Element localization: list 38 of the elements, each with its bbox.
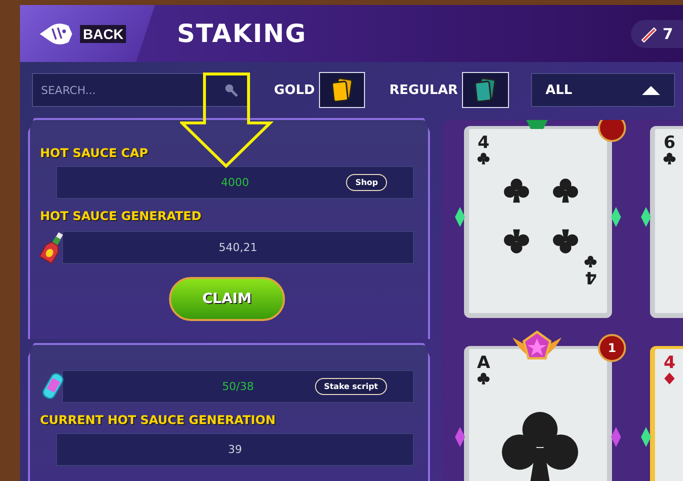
stake-script-button[interactable]: Stake script: [314, 378, 387, 394]
caret-icon: [642, 86, 660, 94]
category-dropdown[interactable]: ALL: [530, 73, 675, 107]
shop-button[interactable]: Shop: [346, 174, 387, 191]
field-label: HOT SAUCE CAP: [40, 146, 149, 160]
filter-label: GOLD: [274, 82, 315, 98]
generation-value: 39: [228, 443, 242, 456]
generated-value: 540,21: [218, 240, 258, 254]
filter-label: REGULAR: [389, 82, 458, 98]
playing-card[interactable]: 4 4: [464, 126, 612, 318]
search-field[interactable]: SEARCH...: [32, 73, 248, 107]
playing-card[interactable]: 6: [650, 126, 683, 318]
field-label: HOT SAUCE GENERATED: [40, 209, 202, 223]
script-value: 50/38: [222, 380, 254, 392]
search-icon: [224, 83, 238, 97]
club-icon: [584, 255, 597, 268]
card-rank: 4: [478, 135, 490, 152]
cap-value: 4000: [221, 176, 249, 189]
card-rank: A: [477, 355, 490, 372]
currency-amount: 7: [662, 24, 673, 42]
playing-card[interactable]: 4: [650, 346, 683, 481]
page-title: STAKING: [177, 19, 308, 48]
card-rank: 4: [584, 268, 596, 285]
count-badge: 1: [598, 334, 626, 362]
club-icon: [503, 177, 530, 204]
club-icon: [503, 228, 530, 255]
card-rank: 6: [664, 135, 676, 152]
club-icon: [552, 177, 579, 204]
card-rank: 4: [664, 355, 676, 372]
club-icon: [552, 228, 579, 255]
back-button[interactable]: BACK: [20, 5, 155, 62]
club-icon: [477, 152, 490, 165]
club-icon: [663, 152, 676, 165]
club-icon: [477, 372, 490, 385]
card-filter-toggle[interactable]: [318, 72, 366, 108]
card-filter-toggle[interactable]: [462, 72, 509, 108]
diamond-icon: [663, 372, 676, 385]
field-label: CURRENT HOT SAUCE GENERATION: [40, 413, 277, 427]
